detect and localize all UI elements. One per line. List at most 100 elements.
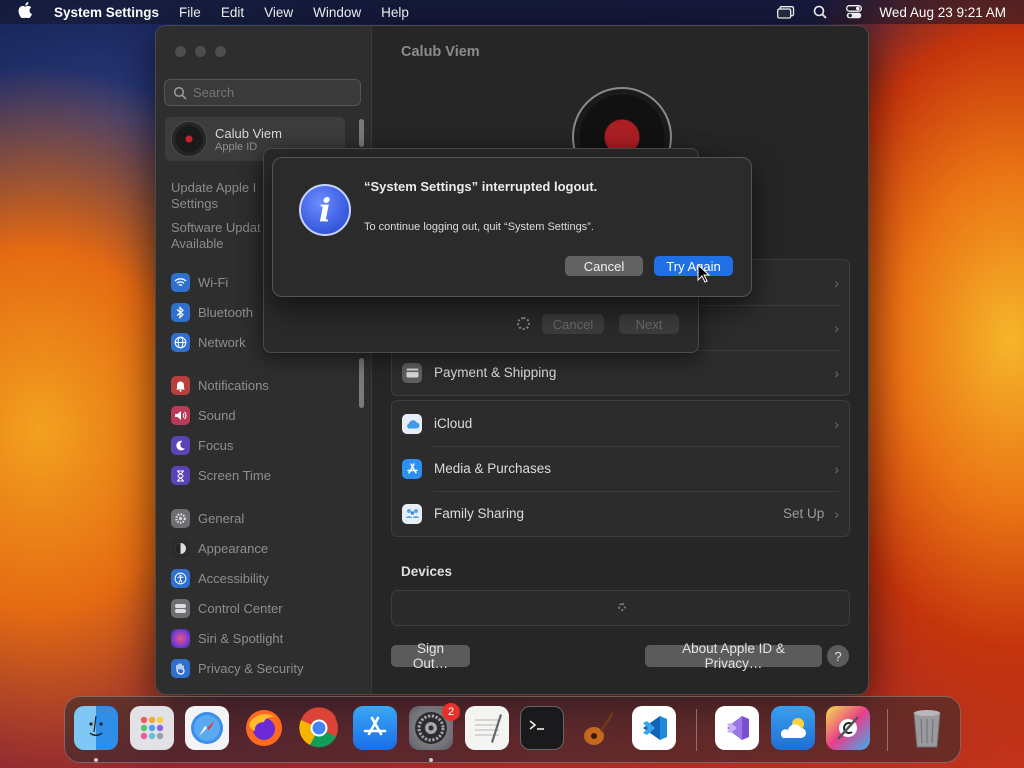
sidebar-item-label: Privacy & Security (198, 661, 304, 676)
app-store-icon[interactable] (353, 706, 397, 750)
sidebar-item-accessibility[interactable]: Accessibility (171, 569, 269, 588)
sidebar-item-label: Network (198, 335, 246, 350)
sidebar-item-control-center[interactable]: Control Center (171, 599, 283, 618)
sidebar-item-label: Wi-Fi (198, 275, 229, 290)
visual-studio-code-icon[interactable] (632, 706, 676, 750)
list-item-label: Payment & Shipping (434, 365, 557, 380)
screen-mirroring-icon[interactable] (777, 5, 795, 19)
update-apple-id-settings[interactable]: Update Apple I Settings (171, 180, 266, 212)
main-pane: Calub Viem › › Payment & Shipping › iClo… (371, 26, 868, 694)
family-icon (402, 503, 422, 524)
running-indicator (94, 758, 98, 762)
help-button[interactable]: ? (827, 645, 849, 667)
sidebar-scrollbar-thumb[interactable] (359, 119, 364, 147)
safari-icon[interactable] (185, 706, 229, 750)
services-group: iCloud › Media & Purchases › Family Shar… (391, 400, 850, 537)
minimize-window-button[interactable] (195, 46, 206, 57)
chevron-right-icon: › (834, 274, 839, 291)
list-item-icloud[interactable]: iCloud › (392, 401, 849, 446)
hand-icon (171, 659, 190, 678)
list-item-media-purchases[interactable]: Media & Purchases › (392, 446, 849, 491)
visual-studio-icon[interactable] (715, 706, 759, 750)
menu-app-name[interactable]: System Settings (54, 5, 159, 20)
search-field[interactable] (164, 79, 361, 106)
update-line-1: Update Apple I (171, 180, 257, 195)
list-item-family-sharing[interactable]: Family Sharing Set Up › (392, 491, 849, 536)
sidebar-item-label: General (198, 511, 245, 526)
siri-icon (171, 629, 190, 648)
firefox-icon[interactable] (242, 706, 286, 750)
chrome-icon[interactable] (297, 706, 341, 750)
menu-view[interactable]: View (264, 5, 293, 20)
info-icon: i (299, 184, 351, 236)
about-apple-id-privacy-button[interactable]: About Apple ID & Privacy… (645, 641, 822, 671)
bluetooth-icon (171, 303, 190, 322)
family-sharing-value: Set Up (783, 506, 825, 521)
zoom-window-button[interactable] (215, 46, 226, 57)
sidebar-item-wifi[interactable]: Wi-Fi (171, 273, 228, 292)
sidebar-item-network[interactable]: Network (171, 333, 246, 352)
sidebar-item-siri[interactable]: Siri & Spotlight (171, 629, 283, 648)
sidebar-item-label: Bluetooth (198, 305, 253, 320)
try-again-button[interactable]: Try Again (654, 256, 733, 276)
search-input[interactable] (193, 85, 343, 100)
sign-out-button[interactable]: Sign Out… (391, 641, 470, 671)
devices-heading: Devices (401, 564, 453, 579)
menu-window[interactable]: Window (313, 5, 361, 20)
launchpad-icon[interactable] (130, 706, 174, 750)
xcode-tool-icon[interactable] (826, 706, 870, 750)
devices-list (391, 590, 850, 626)
cancel-button[interactable]: Cancel (565, 256, 643, 276)
app-store-icon (402, 458, 422, 479)
notification-badge: 2 (442, 703, 460, 721)
sidebar: Calub Viem Apple ID Update Apple I Setti… (156, 26, 371, 694)
sidebar-item-label: Sound (198, 408, 236, 423)
list-item-payment-shipping[interactable]: Payment & Shipping › (392, 350, 849, 395)
credit-card-icon (402, 362, 422, 383)
sidebar-item-general[interactable]: General (171, 509, 244, 528)
sheet-next-button[interactable]: Next (619, 314, 679, 334)
alert-message: To continue logging out, quit “System Se… (364, 221, 594, 233)
apple-menu-icon[interactable] (18, 2, 36, 22)
close-window-button[interactable] (175, 46, 186, 57)
weather-icon[interactable] (771, 706, 815, 750)
menu-file[interactable]: File (179, 5, 201, 20)
hourglass-icon (171, 466, 190, 485)
sidebar-scrollbar-thumb-lower[interactable] (359, 358, 364, 408)
page-title: Calub Viem (401, 44, 480, 60)
alert-title: “System Settings” interrupted logout. (364, 179, 598, 194)
chevron-right-icon: › (834, 364, 839, 381)
sidebar-item-focus[interactable]: Focus (171, 436, 233, 455)
gear-icon (171, 509, 190, 528)
control-center-icon[interactable] (845, 5, 863, 19)
sheet-cancel-button[interactable]: Cancel (542, 314, 604, 334)
sidebar-item-bluetooth[interactable]: Bluetooth (171, 303, 253, 322)
menu-help[interactable]: Help (381, 5, 409, 20)
chevron-right-icon: › (834, 505, 839, 522)
update-line-2: Settings (171, 196, 218, 211)
spotlight-search-icon[interactable] (811, 5, 829, 19)
finder-icon[interactable] (74, 706, 118, 750)
dock: 2 (64, 696, 961, 763)
sidebar-item-screen-time[interactable]: Screen Time (171, 466, 271, 485)
running-indicator (429, 758, 433, 762)
garageband-icon[interactable] (576, 706, 620, 750)
list-item-label: Family Sharing (434, 506, 525, 521)
sidebar-item-sound[interactable]: Sound (171, 406, 236, 425)
software-update-available[interactable]: Software Updat Available (171, 220, 266, 252)
moon-icon (171, 436, 190, 455)
loading-spinner-icon (618, 603, 626, 611)
sidebar-item-appearance[interactable]: Appearance (171, 539, 268, 558)
textedit-icon[interactable] (465, 706, 509, 750)
sidebar-item-label: Screen Time (198, 468, 271, 483)
terminal-icon[interactable] (520, 706, 564, 750)
sidebar-item-label: Appearance (198, 541, 269, 556)
sidebar-item-privacy[interactable]: Privacy & Security (171, 659, 303, 678)
settings-window: Calub Viem Apple ID Update Apple I Setti… (155, 25, 869, 695)
wifi-icon (171, 273, 190, 292)
menu-edit[interactable]: Edit (221, 5, 244, 20)
trash-icon[interactable] (905, 706, 949, 750)
menu-clock[interactable]: Wed Aug 23 9:21 AM (879, 5, 1006, 20)
sidebar-item-notifications[interactable]: Notifications (171, 376, 269, 395)
window-controls (175, 46, 226, 57)
